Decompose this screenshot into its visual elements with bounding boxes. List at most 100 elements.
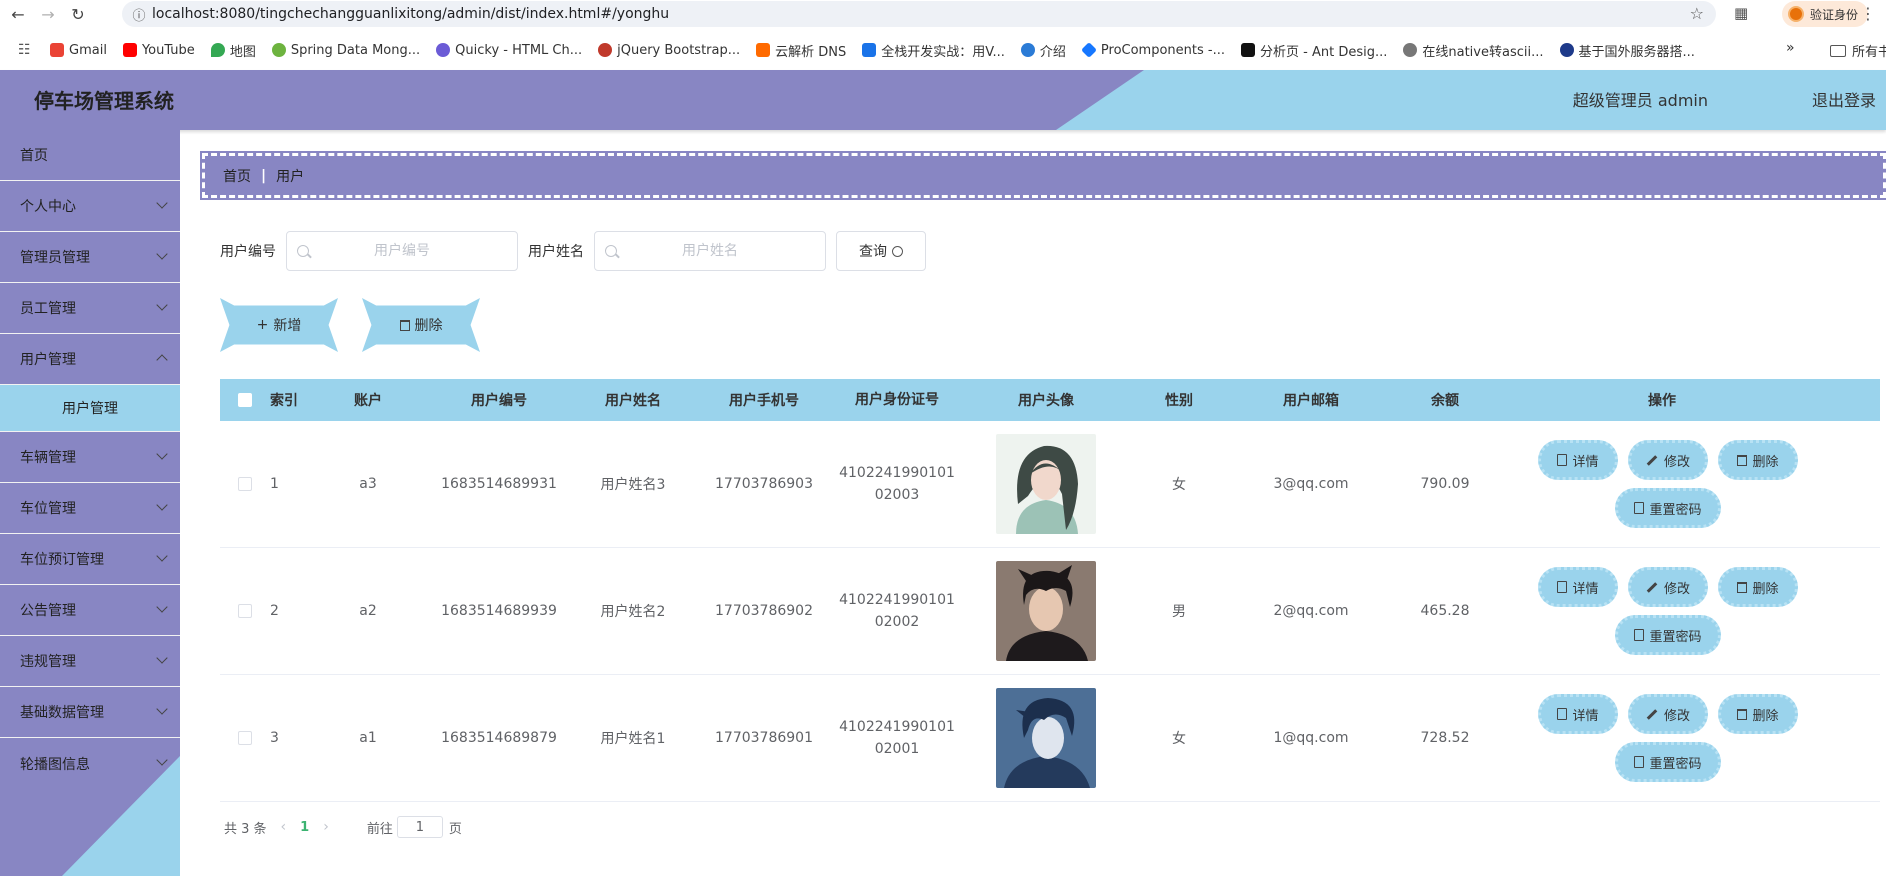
bookmark-item[interactable]: 地图 bbox=[210, 41, 256, 60]
edit-button[interactable]: 修改 bbox=[1628, 694, 1708, 734]
batch-delete-button[interactable]: 删除 bbox=[362, 298, 480, 352]
bookmark-item[interactable]: 基于国外服务器搭... bbox=[1559, 41, 1695, 60]
bookmark-item[interactable]: 在线native转ascii... bbox=[1403, 41, 1544, 60]
sidebar-item-vehicles[interactable]: 车辆管理 bbox=[0, 432, 180, 483]
apps-grid-icon[interactable]: ☷ bbox=[18, 42, 36, 58]
profile-icon bbox=[1788, 6, 1804, 22]
user-name-field[interactable] bbox=[594, 231, 826, 271]
breadcrumb-separator: | bbox=[261, 167, 267, 184]
edit-button[interactable]: 修改 bbox=[1628, 440, 1708, 480]
all-bookmarks-folder[interactable]: 所有书 bbox=[1830, 41, 1886, 60]
bookmark-item[interactable]: YouTube bbox=[122, 43, 195, 58]
cell-user-code: 1683514689879 bbox=[441, 730, 557, 746]
reset-password-button[interactable]: 重置密码 bbox=[1615, 615, 1721, 655]
select-all-checkbox[interactable] bbox=[238, 393, 252, 407]
cell-balance: 465.28 bbox=[1420, 603, 1470, 619]
reload-icon[interactable]: ↻ bbox=[66, 2, 90, 26]
cell-account: a1 bbox=[359, 730, 377, 746]
header-balance: 余额 bbox=[1431, 393, 1459, 409]
cell-avatar bbox=[958, 561, 1134, 661]
chevron-down-icon bbox=[156, 197, 168, 209]
avatar[interactable] bbox=[996, 434, 1096, 534]
bookmark-item[interactable]: Spring Data Mong... bbox=[271, 43, 420, 58]
bookmark-item[interactable]: 全栈开发实战：用V... bbox=[862, 41, 1005, 60]
avatar[interactable] bbox=[996, 561, 1096, 661]
trash-icon bbox=[1737, 708, 1748, 720]
sidebar-item-notices[interactable]: 公告管理 bbox=[0, 585, 180, 636]
reset-password-button[interactable]: 重置密码 bbox=[1615, 488, 1721, 528]
add-button[interactable]: + 新增 bbox=[220, 298, 338, 352]
bookmark-item[interactable]: Gmail bbox=[50, 43, 107, 58]
detail-button[interactable]: 详情 bbox=[1538, 440, 1618, 480]
document-icon bbox=[1634, 502, 1645, 514]
delete-button[interactable]: 删除 bbox=[1718, 440, 1798, 480]
sidebar-item-carousel[interactable]: 轮播图信息 bbox=[0, 738, 180, 789]
chevron-up-icon bbox=[156, 354, 168, 366]
cell-account: a2 bbox=[359, 603, 377, 619]
row-checkbox[interactable] bbox=[238, 477, 252, 491]
verify-identity-button[interactable]: 验证身份 bbox=[1782, 1, 1869, 27]
cell-actions: 详情 修改 删除 重置密码 bbox=[1492, 440, 1832, 528]
bookmark-item[interactable]: 介绍 bbox=[1020, 41, 1066, 60]
sidebar-item-home[interactable]: 首页 bbox=[0, 130, 180, 181]
page-number-current[interactable]: 1 bbox=[300, 820, 309, 835]
edit-icon bbox=[1646, 454, 1658, 466]
user-code-input[interactable] bbox=[287, 232, 517, 270]
cell-email: 2@qq.com bbox=[1273, 603, 1349, 619]
bookmark-item[interactable]: 分析页 - Ant Desig... bbox=[1241, 41, 1387, 60]
sidebar-item-admin[interactable]: 管理员管理 bbox=[0, 232, 180, 283]
user-name-input[interactable] bbox=[595, 232, 825, 270]
sidebar-item-staff[interactable]: 员工管理 bbox=[0, 283, 180, 334]
sidebar-item-violations[interactable]: 违规管理 bbox=[0, 636, 180, 687]
forward-icon[interactable]: → bbox=[36, 2, 60, 26]
reset-password-button[interactable]: 重置密码 bbox=[1615, 742, 1721, 782]
sidebar-item-basedata[interactable]: 基础数据管理 bbox=[0, 687, 180, 738]
goto-page-input[interactable] bbox=[396, 816, 443, 838]
bookmark-item[interactable]: Quicky - HTML Ch... bbox=[436, 43, 582, 58]
query-button[interactable]: 查询 bbox=[836, 231, 926, 271]
row-checkbox[interactable] bbox=[238, 604, 252, 618]
bookmark-star-icon[interactable]: ☆ bbox=[1690, 4, 1704, 23]
breadcrumb-current: 用户 bbox=[276, 168, 305, 185]
table-row: 3 a1 1683514689879 用户姓名1 17703786901 410… bbox=[220, 675, 1880, 802]
bookmarks-more-icon[interactable]: » bbox=[1786, 40, 1795, 56]
sidebar-item-reservations[interactable]: 车位预订管理 bbox=[0, 534, 180, 585]
detail-button[interactable]: 详情 bbox=[1538, 694, 1618, 734]
bookmark-item[interactable]: 云解析 DNS bbox=[756, 41, 846, 60]
sidebar-item-profile[interactable]: 个人中心 bbox=[0, 181, 180, 232]
header-index: 索引 bbox=[270, 393, 298, 409]
chevron-down-icon bbox=[156, 703, 168, 715]
sidebar-subitem-users[interactable]: 用户管理 bbox=[0, 385, 180, 432]
next-page-icon[interactable]: › bbox=[323, 819, 329, 835]
extensions-icon[interactable]: ▦ bbox=[1734, 4, 1748, 22]
cell-id-card: 4102241990101 02001 bbox=[839, 719, 955, 757]
prev-page-icon[interactable]: ‹ bbox=[281, 819, 287, 835]
bookmark-item[interactable]: jQuery Bootstrap... bbox=[598, 43, 740, 58]
header-actions: 操作 bbox=[1648, 393, 1676, 409]
cell-phone: 17703786902 bbox=[715, 603, 813, 619]
edit-button[interactable]: 修改 bbox=[1628, 567, 1708, 607]
back-icon[interactable]: ← bbox=[6, 2, 30, 26]
bookmark-item[interactable]: ProComponents -... bbox=[1080, 42, 1225, 58]
sidebar-item-users[interactable]: 用户管理 bbox=[0, 334, 180, 385]
cell-email: 1@qq.com bbox=[1273, 730, 1349, 746]
trash-icon bbox=[1737, 581, 1748, 593]
url-text[interactable]: localhost:8080/tingchechangguanlixitong/… bbox=[152, 6, 669, 22]
address-bar[interactable]: ⓘ localhost:8080/tingchechangguanlixiton… bbox=[122, 1, 1716, 27]
chevron-down-icon bbox=[156, 652, 168, 664]
sidebar-item-spaces[interactable]: 车位管理 bbox=[0, 483, 180, 534]
cell-user-code: 1683514689939 bbox=[441, 603, 557, 619]
detail-button[interactable]: 详情 bbox=[1538, 567, 1618, 607]
table-row: 2 a2 1683514689939 用户姓名2 17703786902 410… bbox=[220, 548, 1880, 675]
delete-button[interactable]: 删除 bbox=[1718, 567, 1798, 607]
logout-button[interactable]: 退出登录 bbox=[1812, 70, 1876, 130]
delete-button[interactable]: 删除 bbox=[1718, 694, 1798, 734]
row-checkbox[interactable] bbox=[238, 731, 252, 745]
header-sex: 性别 bbox=[1165, 393, 1193, 409]
site-info-icon[interactable]: ⓘ bbox=[126, 5, 152, 24]
user-code-field[interactable] bbox=[286, 231, 518, 271]
breadcrumb-home[interactable]: 首页 bbox=[223, 166, 251, 186]
row-select-cell bbox=[220, 477, 270, 491]
browser-menu-icon[interactable]: ⋮ bbox=[1860, 4, 1876, 23]
avatar[interactable] bbox=[996, 688, 1096, 788]
